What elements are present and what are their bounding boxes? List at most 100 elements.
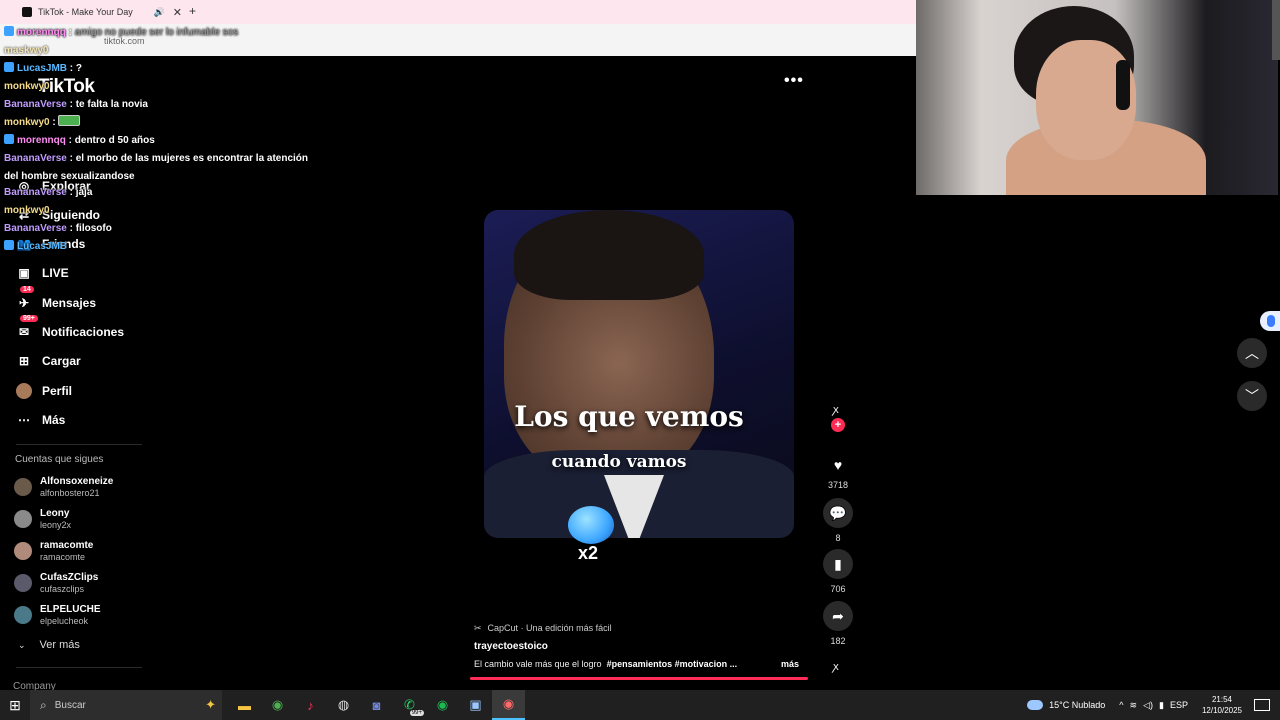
chevron-up-icon[interactable]: ^ (1119, 700, 1123, 710)
taskbar: ⊞ ⌕ Buscar ✦ ▬ ◉ ♪ ◍ ◙ ✆ 99+ ◉ ▣ ◉ 15°C N… (0, 690, 1280, 720)
volume-icon[interactable]: ◁) (1143, 700, 1153, 711)
browser-tab[interactable]: TikTok - Make Your Day 🔊 ✕ (22, 2, 182, 22)
network-icon[interactable]: ≋ (1130, 700, 1138, 711)
chrome-icon[interactable]: ◉ (261, 690, 294, 720)
upload-icon: ⊞ (18, 354, 30, 368)
search-icon: ⌕ (40, 697, 47, 712)
video-player[interactable]: Los que vemos cuando vamos (484, 210, 794, 538)
video-caption-subtitle: cuando vamos (551, 452, 687, 472)
chat-user: morennqq (17, 27, 66, 38)
chrome-active-icon[interactable]: ◉ (492, 690, 525, 720)
whatsapp-icon[interactable]: ✆ 99+ (393, 690, 426, 720)
video-person-hair (514, 210, 704, 300)
scrollbar[interactable] (1272, 0, 1280, 60)
chat-line: morennqq : dentro d 50 años (4, 132, 155, 150)
more-icon: ⋯ (18, 413, 30, 427)
discord-icon[interactable]: ◙ (360, 690, 393, 720)
share-icon[interactable]: ➦ (823, 601, 853, 631)
sidebar-item-live[interactable]: ▣ LIVE (16, 262, 69, 284)
follow-plus-button[interactable]: + (831, 418, 845, 432)
following-account[interactable]: Alfonsoxeneize alfonbostero21 (14, 474, 113, 500)
sidebar-item-label: Mensajes (42, 296, 97, 310)
messages-icon: ✈ (18, 296, 30, 310)
taskbar-search[interactable]: ⌕ Buscar ✦ (30, 690, 222, 720)
clock-time: 21:54 (1211, 695, 1232, 704)
following-account[interactable]: Leony leony2x (14, 506, 71, 532)
hashtags[interactable]: #pensamientos #motivacion ... (607, 659, 738, 669)
whatsapp-badge: 99+ (409, 710, 424, 716)
mic-icon[interactable] (1260, 311, 1280, 331)
video-progress-bar[interactable] (470, 677, 808, 680)
description-more-button[interactable]: más (781, 659, 799, 669)
tiktok-app-icon[interactable]: ♪ (294, 690, 327, 720)
close-icon[interactable]: ꭗ (833, 402, 839, 417)
close-icon[interactable]: ꭗ (833, 659, 839, 674)
chat-line: LucasJMB : ? (4, 60, 82, 78)
next-video-button[interactable]: ﹀ (1237, 381, 1267, 411)
save-count: 706 (830, 584, 846, 594)
chat-user: morennqq (17, 135, 66, 146)
new-tab-button[interactable]: + (189, 4, 196, 18)
sidebar-item-perfil[interactable]: Perfil (16, 380, 72, 402)
account-handle: ramacomte (40, 551, 86, 562)
account-text: ELPELUCHE elpelucheok (40, 604, 101, 627)
following-account[interactable]: CufasZClips cufaszclips (14, 570, 98, 596)
share-action[interactable]: ➦ 182 (822, 601, 854, 646)
save-action[interactable]: ▮ 706 (822, 549, 854, 594)
capcut-tag[interactable]: ✂ CapCut · Una edición más fácil (474, 621, 612, 635)
video-author[interactable]: trayectoestoico (474, 641, 548, 652)
heart-icon[interactable]: ♥ (823, 450, 853, 480)
chat-message: sos (222, 27, 239, 38)
previous-video-button[interactable]: ︿ (1237, 338, 1267, 368)
notifications-icon: ✉ (18, 325, 30, 339)
windows-start-icon[interactable]: ⊞ (0, 690, 30, 720)
like-action[interactable]: ♥ 3718 (822, 450, 854, 490)
chat-user: monkwy0 (4, 81, 50, 92)
following-account[interactable]: ELPELUCHE elpelucheok (14, 602, 101, 628)
following-account[interactable]: ramacomte ramacomte (14, 538, 93, 564)
see-more-button[interactable]: ⌄ Ver más (18, 639, 80, 651)
more-options-icon[interactable]: ••• (784, 72, 804, 90)
microphone-icon[interactable]: ▮ (1159, 700, 1164, 711)
audio-icon[interactable]: 🔊 (154, 7, 165, 18)
badge-icon (4, 62, 14, 72)
chat-user: BananaVerse (4, 153, 67, 164)
spotify-icon[interactable]: ◉ (426, 690, 459, 720)
sidebar-item-notificaciones[interactable]: ✉ 99+ Notificaciones (16, 315, 124, 343)
tab-close-icon[interactable]: ✕ (173, 6, 182, 19)
window-icon[interactable]: ▣ (459, 690, 492, 720)
bookmark-icon[interactable]: ▮ (823, 549, 853, 579)
sidebar-item-mensajes[interactable]: ✈ 14 Mensajes (16, 286, 97, 314)
comment-icon[interactable]: 💬 (823, 498, 853, 528)
divider (16, 444, 142, 445)
chat-line: maskwy0 (4, 42, 48, 60)
chat-line: monkwy0 (4, 78, 50, 96)
comment-action[interactable]: 💬 8 (822, 498, 854, 543)
sidebar-item-cargar[interactable]: ⊞ Cargar (16, 350, 81, 372)
sidebar-item-label: LIVE (42, 266, 69, 280)
capcut-icon: ✂ (474, 622, 482, 633)
thinking-emote-icon (568, 506, 614, 544)
sidebar-item-label: Más (42, 413, 66, 427)
emote-icon (58, 115, 81, 126)
notifications-icon[interactable] (1254, 699, 1270, 711)
account-name: ELPELUCHE (40, 603, 101, 615)
clock[interactable]: 21:54 12/10/2025 (1202, 694, 1242, 716)
emote-multiplier: x2 (578, 543, 599, 563)
obs-icon[interactable]: ◍ (327, 690, 360, 720)
taskbar-apps: ▬ ◉ ♪ ◍ ◙ ✆ 99+ ◉ ▣ ◉ (228, 690, 525, 720)
chat-message: jaja (75, 187, 93, 198)
language-indicator[interactable]: ESP (1170, 700, 1188, 710)
capcut-label: CapCut · Una edición más fácil (487, 623, 612, 633)
account-handle: cufaszclips (40, 583, 85, 594)
weather-widget[interactable]: 15°C Nublado (1027, 700, 1105, 710)
account-name: Leony (40, 507, 70, 519)
chat-user: LucasJMB (17, 241, 68, 252)
chat-message: amigo no puede ser lo infumable (74, 27, 220, 38)
like-count: 3718 (827, 480, 849, 490)
sidebar-item-label: Cargar (42, 354, 81, 368)
file-explorer-icon[interactable]: ▬ (228, 690, 261, 720)
profile-avatar-wrap (16, 383, 32, 399)
system-tray: 15°C Nublado ^ ≋ ◁) ▮ ESP 21:54 12/10/20… (1027, 690, 1280, 720)
sidebar-item-mas[interactable]: ⋯ Más (16, 409, 65, 431)
